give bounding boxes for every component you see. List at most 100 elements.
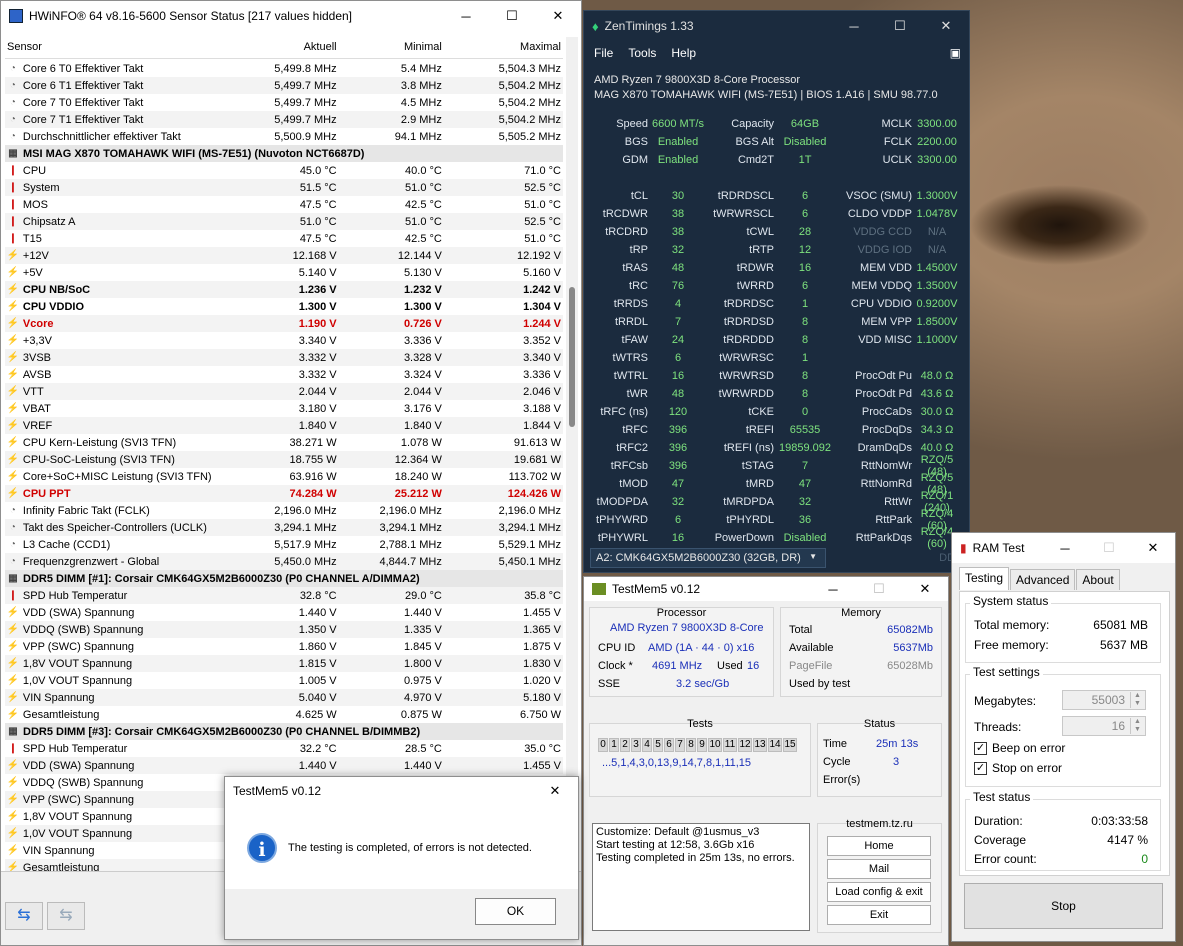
exit-button[interactable]: Exit — [827, 905, 931, 925]
menu-tools[interactable]: Tools — [628, 46, 656, 60]
megabytes-spinner[interactable]: 55003 ▲ ▼ — [1062, 690, 1146, 710]
timing-value: 8 — [801, 370, 809, 382]
sensor-row[interactable]: ◔ Core 6 T0 Effektiver Takt 5,499.8 MHz 5.4… — [5, 60, 563, 77]
scrollbar-thumb[interactable] — [569, 287, 575, 427]
maximize-icon[interactable]: ☐ — [856, 581, 902, 597]
close-icon[interactable]: ✕ — [902, 581, 948, 597]
sensor-row[interactable]: ⚡ VREF 1.840 V 1.840 V 1.844 V — [5, 417, 563, 434]
spinner-arrows-icon[interactable]: ▲ ▼ — [1130, 718, 1144, 734]
sensor-group-header[interactable]: ▦ DDR5 DIMM [#3]: Corsair CMK64GX5M2B6000… — [5, 723, 563, 740]
sensor-row[interactable]: ◔ Core 7 T1 Effektiver Takt 5,499.7 MHz 2.9… — [5, 111, 563, 128]
sensor-row[interactable]: ⚡ +3,3V 3.340 V 3.336 V 3.352 V — [5, 332, 563, 349]
sensor-row[interactable]: ⚡ CPU PPT 74.284 W 25.212 W 124.426 W — [5, 485, 563, 502]
stop-button[interactable]: Stop — [964, 883, 1163, 929]
sensor-row[interactable]: ❙ T15 47.5 °C 42.5 °C 51.0 °C — [5, 230, 563, 247]
sensor-row[interactable]: ⚡ VDD (SWA) Spannung 1.440 V 1.440 V 1.455 V — [5, 757, 563, 774]
sensor-row[interactable]: ⚡ VDDQ (SWB) Spannung 1.350 V 1.335 V 1.365 … — [5, 621, 563, 638]
sensor-row[interactable]: ⚡ VPP (SWC) Spannung 1.860 V 1.845 V 1.875 V — [5, 638, 563, 655]
col-max[interactable]: Maximal — [442, 37, 563, 58]
dialog-titlebar[interactable]: TestMem5 v0.12 ✕ — [225, 777, 578, 805]
sensor-row[interactable]: ⚡ +5V 5.140 V 5.130 V 5.160 V — [5, 264, 563, 281]
maximize-icon[interactable]: ☐ — [1087, 540, 1131, 556]
sensor-row[interactable]: ⚡ CPU VDDIO 1.300 V 1.300 V 1.304 V — [5, 298, 563, 315]
minimize-icon[interactable]: ─ — [443, 9, 489, 24]
sensor-row[interactable]: ❙ CPU 45.0 °C 40.0 °C 71.0 °C — [5, 162, 563, 179]
sensor-row[interactable]: ⚡ Vcore 1.190 V 0.726 V 1.244 V — [5, 315, 563, 332]
threads-spinner[interactable]: 16 ▲ ▼ — [1062, 716, 1146, 736]
mail-button[interactable]: Mail — [827, 859, 931, 879]
sensor-row[interactable]: ❙ SPD Hub Temperatur 32.8 °C 29.0 °C 35.8 °C — [5, 587, 563, 604]
close-icon[interactable]: ✕ — [923, 18, 969, 34]
sensor-min: 12.364 W — [394, 453, 442, 466]
sensor-row[interactable]: ⚡ CPU NB/SoC 1.236 V 1.232 V 1.242 V — [5, 281, 563, 298]
minimize-icon[interactable]: ─ — [810, 582, 856, 597]
col-current[interactable]: Aktuell — [227, 37, 337, 58]
sensor-row[interactable]: ⚡ 3VSB 3.332 V 3.328 V 3.340 V — [5, 349, 563, 366]
sensor-row[interactable]: ⚡ 1,0V VOUT Spannung 1.005 V 0.975 V 1.020 V — [5, 672, 563, 689]
close-icon[interactable]: ✕ — [1131, 540, 1175, 556]
collapse-arrows-icon[interactable]: ⇆ — [47, 902, 85, 930]
screenshot-camera-icon[interactable]: ▣ — [950, 46, 961, 60]
sensor-row[interactable]: ⚡ CPU Kern-Leistung (SVI3 TFN) 38.271 W 1.0… — [5, 434, 563, 451]
sensor-row[interactable]: ⚡ +12V 12.168 V 12.144 V 12.192 V — [5, 247, 563, 264]
sensor-row[interactable]: ◔ Frequenzgrenzwert - Global 5,450.0 MHz 4,… — [5, 553, 563, 570]
sensor-group-header[interactable]: ▦ MSI MAG X870 TOMAHAWK WIFI (MS-7E51) (N… — [5, 145, 563, 162]
sensor-row[interactable]: ⚡ VIN Spannung 5.040 V 4.970 V 5.180 V — [5, 689, 563, 706]
sensor-row[interactable]: ◔ Durchschnittlicher effektiver Takt 5,500… — [5, 128, 563, 145]
sensor-row[interactable]: ❙ System 51.5 °C 51.0 °C 52.5 °C — [5, 179, 563, 196]
tab-about[interactable]: About — [1076, 569, 1120, 590]
sensor-row[interactable]: ⚡ CPU-SoC-Leistung (SVI3 TFN) 18.755 W 12.3… — [5, 451, 563, 468]
stop-on-error-checkbox[interactable]: ✓ Stop on error — [974, 761, 1062, 775]
col-sensor[interactable]: Sensor — [5, 37, 227, 58]
sensor-group-header[interactable]: ▦ DDR5 DIMM [#1]: Corsair CMK64GX5M2B6000… — [5, 570, 563, 587]
sensor-row[interactable]: ◔ Infinity Fabric Takt (FCLK) 2,196.0 MHz 2… — [5, 502, 563, 519]
menu-help[interactable]: Help — [671, 46, 696, 60]
total-memory-label: Total memory: — [974, 618, 1050, 632]
close-icon[interactable]: ✕ — [532, 783, 578, 799]
maximize-icon[interactable]: ☐ — [489, 8, 535, 24]
sensor-current: 1.440 V — [298, 759, 337, 772]
sensor-row[interactable]: ❙ Chipsatz A 51.0 °C 51.0 °C 52.5 °C — [5, 213, 563, 230]
sensor-row[interactable]: ⚡ Core+SoC+MISC Leistung (SVI3 TFN) 63.916… — [5, 468, 563, 485]
home-button[interactable]: Home — [827, 836, 931, 856]
sensor-list[interactable]: ◔ Core 6 T0 Effektiver Takt 5,499.8 MHz 5.4… — [5, 60, 563, 871]
sensor-row[interactable]: ◔ L3 Cache (CCD1) 5,517.9 MHz 2,788.1 MHz 5,… — [5, 536, 563, 553]
sensor-current: 3.332 V — [298, 351, 337, 364]
col-min[interactable]: Minimal — [337, 37, 442, 58]
sensor-scrollbar[interactable] — [566, 37, 578, 871]
timing-label: tRDWR — [736, 262, 774, 274]
beep-on-error-checkbox[interactable]: ✓ Beep on error — [974, 741, 1065, 755]
module-select[interactable]: A2: CMK64GX5M2B6000Z30 (32GB, DR) ▼ — [590, 548, 826, 568]
ramtest-titlebar[interactable]: ▮ RAM Test ─ ☐ ✕ — [952, 533, 1175, 563]
sensor-row[interactable]: ⚡ VBAT 3.180 V 3.176 V 3.188 V — [5, 400, 563, 417]
sensor-row[interactable]: ❙ SPD Hub Temperatur 32.2 °C 28.5 °C 35.0 °C — [5, 740, 563, 757]
minimize-icon[interactable]: ─ — [831, 19, 877, 34]
hwinfo-titlebar[interactable]: HWiNFO® 64 v8.16-5600 Sensor Status [217… — [1, 1, 581, 31]
sensor-row[interactable]: ◔ Core 7 T0 Effektiver Takt 5,499.7 MHz 4.5… — [5, 94, 563, 111]
testmem5-titlebar[interactable]: TestMem5 v0.12 ─ ☐ ✕ — [584, 577, 948, 601]
sensor-row[interactable]: ◔ Takt des Speicher-Controllers (UCLK) 3,2… — [5, 519, 563, 536]
timing-label: tRFC2 — [616, 442, 648, 454]
spinner-arrows-icon[interactable]: ▲ ▼ — [1130, 692, 1144, 708]
ok-button[interactable]: OK — [475, 898, 556, 925]
lightning-icon: ⚡ — [6, 794, 20, 805]
sensor-row[interactable]: ❙ MOS 47.5 °C 42.5 °C 51.0 °C — [5, 196, 563, 213]
tab-advanced[interactable]: Advanced — [1010, 569, 1076, 590]
sensor-row[interactable]: ⚡ 1,8V VOUT Spannung 1.815 V 1.800 V 1.830 V — [5, 655, 563, 672]
log-textbox[interactable]: Customize: Default @1usmus_v3 Start test… — [592, 823, 810, 931]
minimize-icon[interactable]: ─ — [1043, 541, 1087, 556]
sse-value: 3.2 sec/Gb — [676, 678, 730, 690]
sensor-row[interactable]: ◔ Core 6 T1 Effektiver Takt 5,499.7 MHz 3.8… — [5, 77, 563, 94]
menu-file[interactable]: File — [594, 46, 613, 60]
lightning-icon: ⚡ — [6, 607, 20, 618]
load-config-exit-button[interactable]: Load config & exit — [827, 882, 931, 902]
maximize-icon[interactable]: ☐ — [877, 18, 923, 34]
sensor-row[interactable]: ⚡ Gesamtleistung 4.625 W 0.875 W 6.750 W — [5, 706, 563, 723]
sensor-row[interactable]: ⚡ VDD (SWA) Spannung 1.440 V 1.440 V 1.455 V — [5, 604, 563, 621]
expand-arrows-icon[interactable]: ⇆ — [5, 902, 43, 930]
sensor-row[interactable]: ⚡ VTT 2.044 V 2.044 V 2.046 V — [5, 383, 563, 400]
close-icon[interactable]: ✕ — [535, 8, 581, 24]
tab-testing[interactable]: Testing — [959, 567, 1010, 590]
zentimings-titlebar[interactable]: ♦ ZenTimings 1.33 ─ ☐ ✕ — [584, 11, 969, 41]
sensor-row[interactable]: ⚡ AVSB 3.332 V 3.324 V 3.336 V — [5, 366, 563, 383]
